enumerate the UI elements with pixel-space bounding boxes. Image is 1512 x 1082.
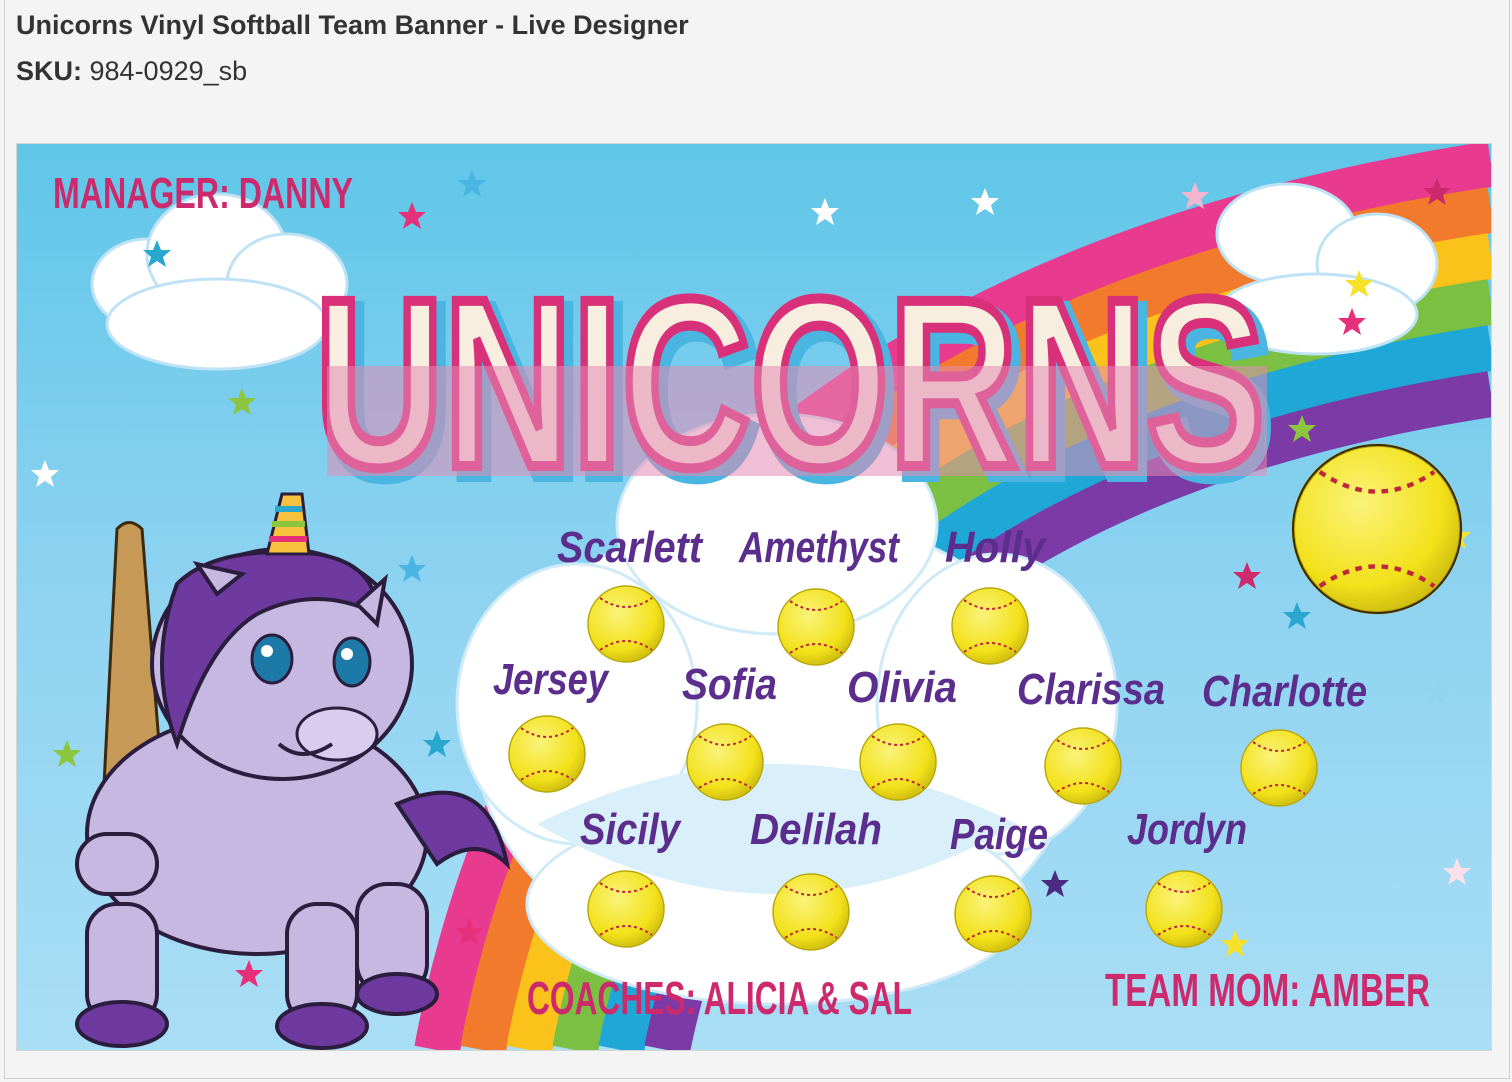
team-name-group[interactable]: UNICORNS UNICORNS bbox=[310, 244, 1280, 533]
player-name[interactable]: Scarlett bbox=[557, 523, 704, 572]
player-name[interactable]: Amethyst bbox=[738, 523, 901, 572]
coaches-text[interactable]: COACHES: ALICIA & SAL bbox=[527, 972, 912, 1024]
banner-preview[interactable]: MANAGER: DANNY UNICORNS UNICORNS Scarlet… bbox=[16, 143, 1492, 1051]
player-name[interactable]: Olivia bbox=[847, 663, 957, 712]
player-name[interactable]: Holly bbox=[945, 523, 1047, 572]
player-name[interactable]: Jordyn bbox=[1127, 805, 1247, 854]
sku-row: SKU: 984-0929_sb bbox=[16, 56, 247, 87]
player-name[interactable]: Charlotte bbox=[1202, 667, 1367, 716]
page-title: Unicorns Vinyl Softball Team Banner - Li… bbox=[16, 10, 689, 40]
team-name-lower-tint bbox=[327, 366, 1267, 476]
player-name[interactable]: Paige bbox=[950, 810, 1048, 859]
player-name[interactable]: Jersey bbox=[493, 655, 610, 704]
player-name[interactable]: Sicily bbox=[580, 805, 682, 854]
team-mom-text[interactable]: TEAM MOM: AMBER bbox=[1105, 964, 1430, 1016]
player-name[interactable]: Clarissa bbox=[1017, 665, 1165, 714]
manager-text[interactable]: MANAGER: DANNY bbox=[53, 169, 353, 218]
player-name[interactable]: Sofia bbox=[682, 660, 777, 709]
banner-canvas[interactable]: MANAGER: DANNY UNICORNS UNICORNS Scarlet… bbox=[17, 144, 1491, 1050]
sku-label: SKU: bbox=[16, 56, 82, 86]
large-softball bbox=[1293, 445, 1460, 612]
player-name[interactable]: Delilah bbox=[750, 805, 882, 854]
sku-value: 984-0929_sb bbox=[89, 56, 248, 86]
